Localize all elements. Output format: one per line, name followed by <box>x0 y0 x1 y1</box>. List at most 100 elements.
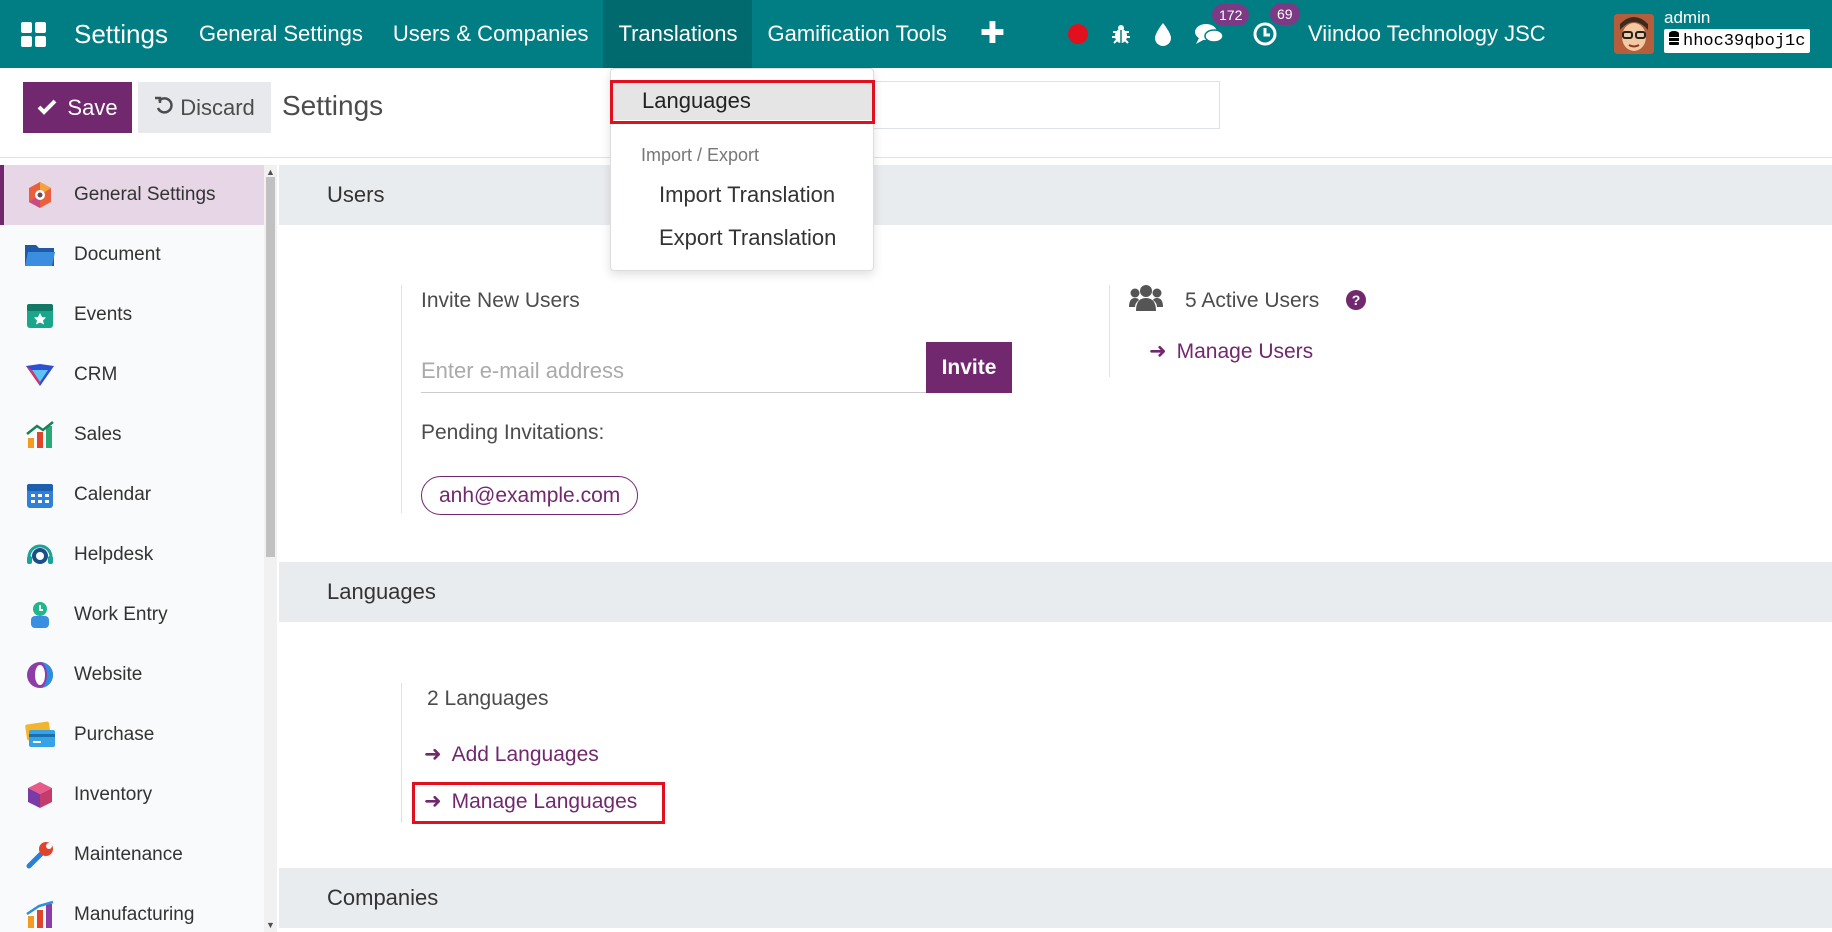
sidebar-item-purchase[interactable]: Purchase <box>0 705 264 765</box>
headset-icon <box>24 539 56 571</box>
invite-heading: Invite New Users <box>421 289 580 312</box>
dropdown-item-export-translation[interactable]: Export Translation <box>659 225 836 251</box>
settings-content: Users Invite New Users Enter e-mail addr… <box>279 165 1832 932</box>
sidebar-item-label: Inventory <box>74 784 153 805</box>
control-panel: Save Discard Settings <box>0 68 1832 158</box>
company-switcher[interactable]: Viindoo Technology JSC <box>1308 21 1546 47</box>
search-input[interactable] <box>860 81 1220 129</box>
sidebar-item-helpdesk[interactable]: Helpdesk <box>0 525 264 585</box>
pending-invitations-label: Pending Invitations: <box>421 421 605 444</box>
sidebar-item-label: Helpdesk <box>74 544 154 565</box>
manage-users-label: Manage Users <box>1176 340 1314 363</box>
activity-clock-icon[interactable]: 69 <box>1252 3 1300 47</box>
users-group-icon <box>1129 283 1163 318</box>
sidebar-item-label: Sales <box>74 424 122 445</box>
user-avatar[interactable] <box>1614 14 1654 54</box>
save-button[interactable]: Save <box>23 82 132 133</box>
dropdown-item-import-translation[interactable]: Import Translation <box>659 182 835 208</box>
add-languages-label: Add Languages <box>451 743 599 766</box>
database-name: hhoc39qboj1c <box>1683 31 1806 51</box>
add-menu-icon[interactable]: ✚ <box>962 0 1023 68</box>
messages-icon[interactable]: 172 <box>1194 4 1250 46</box>
systray: 172 69 Viindoo Technology JSC <box>1068 0 1546 68</box>
divider <box>1109 285 1110 377</box>
credit-card-icon <box>24 719 56 751</box>
sidebar-item-label: CRM <box>74 364 118 385</box>
apps-menu-icon[interactable] <box>0 0 66 68</box>
highlight-box-languages <box>610 80 875 124</box>
menu-users-companies[interactable]: Users & Companies <box>378 0 604 68</box>
arrow-right-icon: ➜ <box>1149 340 1167 363</box>
sales-chart-icon <box>24 419 56 451</box>
debug-bug-icon[interactable] <box>1110 23 1132 45</box>
wrench-icon <box>24 839 56 871</box>
activity-count-badge: 69 <box>1270 3 1300 25</box>
active-users-count: 5 Active Users <box>1185 289 1320 312</box>
top-navbar: Settings General Settings Users & Compan… <box>0 0 1832 68</box>
scrollbar-thumb[interactable] <box>266 177 275 557</box>
check-icon <box>37 95 57 121</box>
sidebar-item-label: Manufacturing <box>74 904 195 925</box>
calendar-star-icon <box>24 299 56 331</box>
section-header-languages: Languages <box>279 562 1832 622</box>
manage-users-link[interactable]: ➜ Manage Users <box>1149 339 1313 364</box>
add-languages-link[interactable]: ➜ Add Languages <box>424 742 599 767</box>
sidebar-item-label: Calendar <box>74 484 152 505</box>
save-label: Save <box>67 94 118 120</box>
email-field[interactable]: Enter e-mail address <box>421 350 926 393</box>
invite-button[interactable]: Invite <box>926 342 1012 393</box>
record-icon[interactable] <box>1068 24 1088 44</box>
sidebar-item-calendar[interactable]: Calendar <box>0 465 264 525</box>
section-header-companies: Companies <box>279 868 1832 928</box>
divider <box>401 285 402 513</box>
section-header-users: Users <box>279 165 1832 225</box>
svg-text:?: ? <box>1352 292 1361 308</box>
settings-icon <box>24 179 56 211</box>
sidebar-item-website[interactable]: Website <box>0 645 264 705</box>
discard-button[interactable]: Discard <box>138 82 271 133</box>
menu-general-settings[interactable]: General Settings <box>184 0 378 68</box>
email-placeholder: Enter e-mail address <box>421 358 624 383</box>
sidebar-scrollbar[interactable]: ▲ ▼ <box>264 165 277 932</box>
sidebar-item-label: Purchase <box>74 724 155 745</box>
theme-drop-icon[interactable] <box>1154 22 1172 46</box>
website-icon <box>24 659 56 691</box>
arrow-right-icon: ➜ <box>424 743 442 766</box>
sidebar-item-sales[interactable]: Sales <box>0 405 264 465</box>
user-menu[interactable]: admin hhoc39qboj1c <box>1664 8 1811 53</box>
discard-label: Discard <box>180 94 255 120</box>
sidebar-item-inventory[interactable]: Inventory <box>0 765 264 825</box>
dropdown-header-import-export: Import / Export <box>641 145 760 165</box>
undo-icon <box>154 95 174 121</box>
page-title: Settings <box>282 90 384 121</box>
sidebar-item-label: Website <box>74 664 143 685</box>
settings-sidebar: General Settings Document Events CRM Sal… <box>0 165 264 932</box>
calendar-icon <box>24 479 56 511</box>
messages-count-badge: 172 <box>1212 4 1250 26</box>
sidebar-item-manufacturing[interactable]: Manufacturing <box>0 885 264 932</box>
divider <box>401 683 402 823</box>
database-tag: hhoc39qboj1c <box>1664 29 1811 53</box>
sidebar-item-general-settings[interactable]: General Settings <box>0 165 264 225</box>
sidebar-item-maintenance[interactable]: Maintenance <box>0 825 264 885</box>
menu-gamification-tools[interactable]: Gamification Tools <box>752 0 961 68</box>
sidebar-item-events[interactable]: Events <box>0 285 264 345</box>
sidebar-item-work-entry[interactable]: Work Entry <box>0 585 264 645</box>
box-icon <box>24 779 56 811</box>
user-name: admin <box>1664 8 1711 27</box>
crm-icon <box>24 359 56 391</box>
highlight-box-manage-languages <box>412 782 665 824</box>
scroll-down-icon[interactable]: ▼ <box>266 920 275 930</box>
sidebar-item-label: General Settings <box>74 184 216 205</box>
scroll-up-icon[interactable]: ▲ <box>266 167 275 177</box>
sidebar-item-crm[interactable]: CRM <box>0 345 264 405</box>
sidebar-item-label: Document <box>74 244 161 265</box>
languages-count: 2 Languages <box>427 687 549 710</box>
pending-invitation-tag[interactable]: anh@example.com <box>421 476 639 515</box>
menu-translations[interactable]: Translations <box>603 0 753 68</box>
sidebar-item-document[interactable]: Document <box>0 225 264 285</box>
folder-icon <box>24 239 56 271</box>
help-icon[interactable]: ? <box>1345 289 1367 316</box>
app-brand[interactable]: Settings <box>66 0 184 68</box>
database-icon <box>1669 31 1679 51</box>
